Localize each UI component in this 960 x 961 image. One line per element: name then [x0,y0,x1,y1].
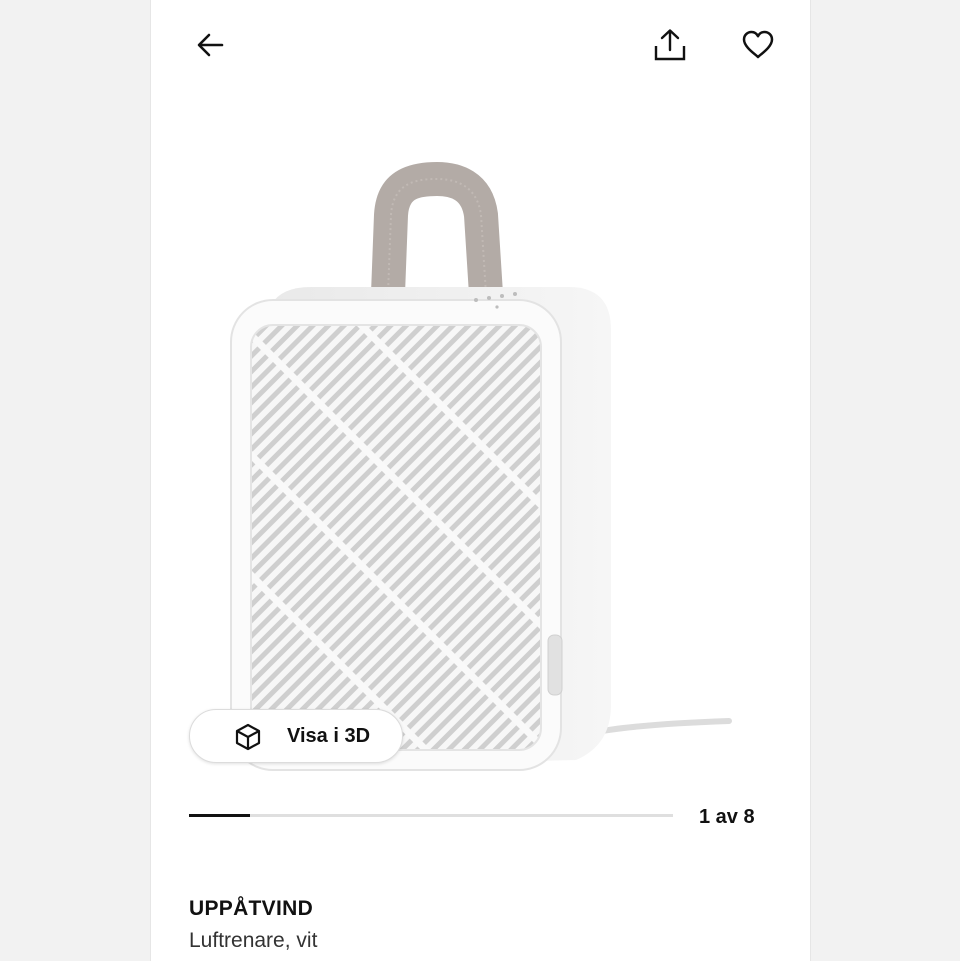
cube-3d-icon [235,723,261,751]
product-page: Visa i 3D 1 av 8 UPPÅTVIND Luftrenare, v… [150,0,811,961]
image-counter: 1 av 8 [699,806,755,828]
share-icon [654,29,686,61]
top-bar [151,0,810,90]
product-description: Luftrenare, vit [189,929,318,952]
share-button[interactable] [648,23,692,67]
back-button[interactable] [188,23,232,67]
product-image [230,161,732,771]
view-in-3d-button[interactable]: Visa i 3D [189,709,403,763]
heart-icon [742,30,774,59]
gallery-progress [189,814,673,817]
view-in-3d-label: Visa i 3D [287,724,371,747]
image-gallery[interactable]: Visa i 3D [151,95,810,795]
gallery-progress-fill [189,814,250,817]
arrow-left-icon [197,33,224,57]
favorite-button[interactable] [736,23,780,67]
product-name: UPPÅTVIND [189,897,314,920]
